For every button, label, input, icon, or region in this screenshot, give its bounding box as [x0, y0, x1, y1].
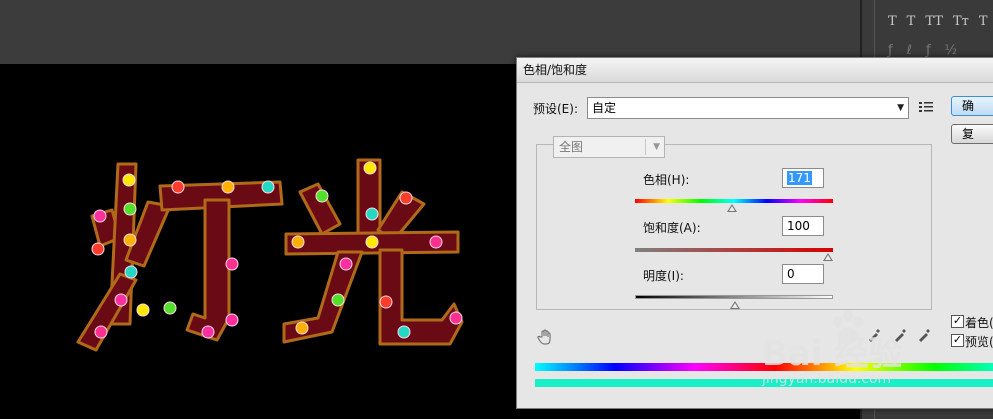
script-icon[interactable]: ℓ: [907, 43, 912, 58]
adjustment-group: [536, 144, 932, 310]
hue-slider[interactable]: [635, 199, 833, 212]
type-btn-3[interactable]: TT: [925, 14, 943, 29]
saturation-slider[interactable]: [635, 248, 833, 261]
channel-select[interactable]: 全图 ▼: [553, 136, 665, 158]
light-bulb: [449, 311, 463, 325]
preset-label: 预设(E):: [533, 102, 578, 116]
light-bulb: [379, 295, 393, 309]
lightness-label: 明度(I):: [643, 269, 684, 283]
light-bulb: [363, 161, 377, 175]
type-btn-4[interactable]: Tт: [953, 14, 969, 29]
saturation-slider-thumb[interactable]: [823, 253, 833, 261]
preset-options-icon[interactable]: [917, 99, 935, 115]
type-btn-1[interactable]: T: [888, 14, 897, 29]
light-bulb: [123, 202, 137, 216]
light-bulb: [123, 233, 137, 247]
light-bulb: [331, 293, 345, 307]
light-bulb: [221, 180, 235, 194]
baidu-watermark: Bai 经验 jingyan.baidu.com: [762, 308, 992, 408]
strike-icon[interactable]: ƒ: [888, 43, 893, 58]
saturation-input[interactable]: 100: [782, 216, 824, 236]
lightness-slider-thumb[interactable]: [730, 301, 740, 309]
ok-button[interactable]: 确: [951, 96, 993, 116]
light-bulb: [315, 189, 329, 203]
type-btn-5[interactable]: T: [979, 14, 988, 29]
char-guang: [282, 158, 464, 346]
ligature-icon[interactable]: ƒ: [926, 43, 931, 58]
light-bulb: [225, 313, 239, 327]
chevron-down-icon: ▼: [653, 142, 660, 152]
light-bulb: [339, 257, 353, 271]
light-bulb: [429, 235, 443, 249]
dialog-title: 色相/饱和度: [517, 58, 993, 83]
type-style-buttons: T T TT Tт T: [862, 0, 993, 29]
light-bulb: [163, 301, 177, 315]
light-bulb: [397, 325, 411, 339]
preset-value: 自定: [592, 101, 617, 115]
light-bulb: [225, 257, 239, 271]
lightness-slider[interactable]: [635, 295, 833, 309]
light-bulb: [94, 325, 108, 339]
light-bulb: [365, 235, 379, 249]
fraction-icon[interactable]: ½: [945, 43, 958, 58]
lightness-input[interactable]: 0: [782, 264, 824, 284]
light-bulb: [171, 180, 185, 194]
type-btn-2[interactable]: T: [907, 14, 916, 29]
light-bulb: [295, 321, 309, 335]
light-bulb: [124, 265, 138, 279]
type-style-buttons-row2: ƒ ℓ ƒ ½: [862, 29, 993, 58]
reset-button[interactable]: 复: [951, 124, 993, 144]
hue-input[interactable]: 171: [782, 168, 824, 188]
watermark-url: jingyan.baidu.com: [762, 371, 892, 387]
saturation-label: 饱和度(A):: [643, 221, 701, 235]
light-bulb: [291, 235, 305, 249]
light-bulb: [365, 207, 379, 221]
hand-adjust-icon[interactable]: [537, 328, 555, 346]
channel-value: 全图: [559, 140, 584, 154]
light-bulb: [399, 191, 413, 205]
light-bulb: [91, 242, 105, 256]
chevron-down-icon: ▼: [897, 103, 904, 113]
hue-label: 色相(H):: [643, 173, 690, 187]
hue-slider-thumb[interactable]: [727, 204, 737, 212]
preset-select[interactable]: 自定 ▼: [587, 97, 909, 119]
light-bulb: [261, 180, 275, 194]
light-bulb: [122, 173, 136, 187]
watermark-brand: Bai 经验: [762, 334, 903, 374]
light-bulb: [136, 303, 150, 317]
light-bulb: [201, 325, 215, 339]
light-bulb: [93, 209, 107, 223]
light-bulb: [114, 293, 128, 307]
hue-value: 171: [787, 171, 812, 185]
options-bar: [0, 0, 860, 64]
